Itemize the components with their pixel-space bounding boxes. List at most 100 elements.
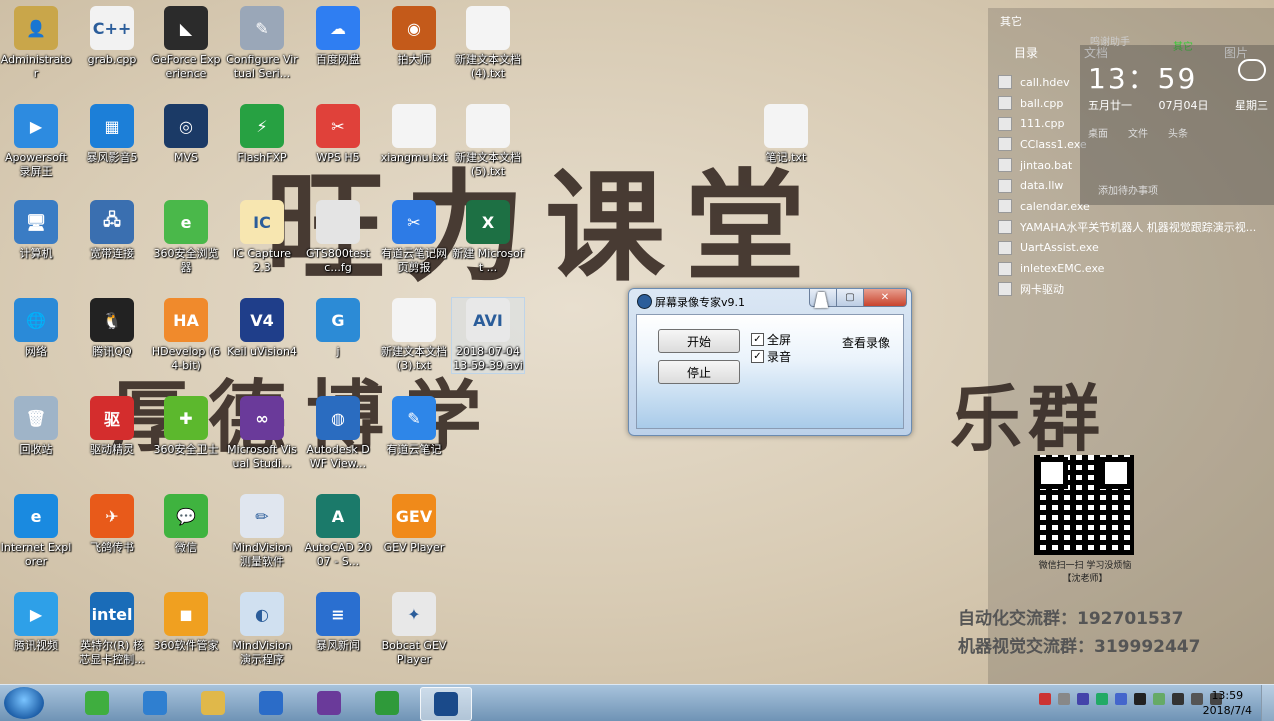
app-icon: ◉ [392,6,436,50]
desktop-icon[interactable]: GTS800testc...fg [302,200,374,275]
desktop-icon[interactable]: ◐ MindVision 演示程序 [226,592,298,667]
show-desktop-button[interactable] [1261,685,1274,721]
desktop-icon-label: HDevelop (64-bit) [151,345,221,372]
desktop-icon[interactable]: ◼ 360软件管家 [150,592,222,653]
word-doc-icon [259,691,283,715]
shortcut-headlines[interactable]: 头条 [1168,125,1188,140]
desktop-icon[interactable]: ≡ 暴风新闻 [302,592,374,653]
app-icon: ▶ [14,592,58,636]
taskbar-screen-recorder-button[interactable] [420,687,472,721]
file-icon [998,158,1012,173]
tray-icon[interactable] [1134,693,1146,705]
desktop-icon-label: WPS H5 [316,151,360,164]
desktop-icon[interactable]: ▦ 暴风影音5 [76,104,148,165]
desktop-icon[interactable]: Gj [302,298,374,359]
desktop-icon[interactable]: ✎ 有道云笔记 [378,396,450,457]
desktop-icon[interactable]: 🌐 网络 [0,298,72,359]
desktop-icon[interactable]: C++ grab.cpp [76,6,148,67]
maximize-button[interactable]: ▢ [836,289,864,307]
desktop-icon[interactable]: 新建文本文档 (3).txt [378,298,450,373]
desktop-icon[interactable]: A AutoCAD 2007 - S... [302,494,374,569]
desktop-icon[interactable]: 💬 微信 [150,494,222,555]
tray-icon[interactable] [1153,693,1165,705]
desktop-icon[interactable]: ✏ MindVision 测量软件 [226,494,298,569]
taskbar-explorer-button[interactable] [188,687,238,719]
desktop-icon[interactable]: 🖥 计算机 [0,200,72,261]
desktop-icon[interactable]: e Internet Explorer [0,494,72,569]
clock-time: 13：59 [1088,62,1198,95]
tray-icon[interactable] [1096,693,1108,705]
panel-file-item[interactable]: YAMAHA水平关节机器人 机器视觉跟踪演示视... [998,217,1256,238]
desktop-icon[interactable]: ✈ 飞鸽传书 [76,494,148,555]
panel-file-item[interactable]: UartAssist.exe [998,238,1256,259]
desktop-icon[interactable]: 🐧 腾讯QQ [76,298,148,359]
desktop-icon[interactable]: 🗑 回收站 [0,396,72,457]
tray-icon[interactable] [1058,693,1070,705]
panel-file-item[interactable]: inletexEMC.exe [998,258,1256,279]
tray-icon[interactable] [1172,693,1184,705]
dialog-title: 屏幕录像专家v9.1 [655,296,746,309]
panel-file-item[interactable]: 网卡驱动 [998,279,1256,300]
desktop-icon[interactable]: IC IC Capture 2.3 [226,200,298,275]
taskbar-green-app-button[interactable] [362,687,412,719]
app-icon: 🌐 [14,298,58,342]
tray-icon[interactable] [1077,693,1089,705]
desktop-icon[interactable]: ⚡ FlashFXP [226,104,298,165]
desktop-icon[interactable]: ✦ Bobcat GEV Player [378,592,450,667]
fullscreen-checkbox[interactable]: ✓ 全屏 [751,331,791,348]
desktop-icon[interactable]: intel 英特尔(R) 核芯显卡控制... [76,592,148,667]
desktop-icon[interactable]: ◍ Autodesk DWF View... [302,396,374,471]
desktop-icon-label: 360安全卫士 [153,443,219,456]
desktop-icon[interactable]: e 360安全浏览器 [150,200,222,275]
desktop-icon[interactable]: V4 Keil uVision4 [226,298,298,359]
audio-checkbox[interactable]: ✓ 录音 [751,348,791,365]
taskbar: 13:59 2018/7/4 [0,684,1274,721]
desktop-icon[interactable]: ◎ MVS [150,104,222,165]
desktop-icon[interactable]: GEV GEV Player [378,494,450,555]
desktop-icon[interactable]: ▶ 腾讯视频 [0,592,72,653]
taskbar-clock[interactable]: 13:59 2018/7/4 [1203,688,1252,718]
view-recording-link[interactable]: 查看录像 [842,334,890,351]
app-icon: ✈ [90,494,134,538]
desktop-icon[interactable]: xiangmu.txt [378,104,450,165]
desktop-icon[interactable]: ✂ WPS H5 [302,104,374,165]
desktop-icon[interactable]: 👤 Administrator [0,6,72,81]
desktop-icon[interactable]: HA HDevelop (64-bit) [150,298,222,373]
shortcut-desktop[interactable]: 桌面 [1088,125,1108,140]
desktop-icon[interactable]: ☁ 百度网盘 [302,6,374,67]
desktop-icon[interactable]: ✂ 有道云笔记网页剪报 [378,200,450,275]
tray-icon[interactable] [1115,693,1127,705]
file-icon [998,220,1012,235]
desktop-icon[interactable]: ▶ Apowersoft 录屏王 [0,104,72,179]
stop-record-button[interactable]: 停止 [658,360,740,384]
app-icon: A [316,494,360,538]
desktop-icon[interactable]: X 新建 Microsoft ... [452,200,524,275]
taskbar-visual-studio-button[interactable] [304,687,354,719]
desktop-icon[interactable]: 🖧 宽带连接 [76,200,148,261]
desktop-icon[interactable]: 新建文本文档 (5).txt [452,104,524,179]
desktop-icon[interactable]: ✎ Configure Virtual Seri... [226,6,298,81]
start-record-button[interactable]: 开始 [658,329,740,353]
desktop-icon[interactable]: ∞ Microsoft Visual Studi... [226,396,298,471]
tray-icon[interactable] [1039,693,1051,705]
shortcut-files[interactable]: 文件 [1128,125,1148,140]
desktop-icon[interactable]: AVI 2018-07-04 13-59-39.avi [451,297,525,374]
start-button[interactable] [4,687,44,719]
desktop-icon[interactable]: 新建文本文档 (4).txt [452,6,524,81]
taskbar-360-browser-button[interactable] [72,687,122,719]
close-button[interactable]: ✕ [863,289,907,307]
taskbar-video-capture-button[interactable] [130,687,180,719]
app-icon: ◍ [316,396,360,440]
desktop-icon-label: 英特尔(R) 核芯显卡控制... [79,639,145,666]
add-todo-link[interactable]: 添加待办事项 [1098,182,1158,197]
taskbar-word-doc-button[interactable] [246,687,296,719]
desktop-icon[interactable]: 笔记.txt [750,104,822,165]
app-icon: IC [240,200,284,244]
360-browser-icon [85,691,109,715]
desktop-icon[interactable]: ◉ 拍大师 [378,6,450,67]
desktop-icon[interactable]: 驱驱动精灵 [76,396,148,457]
tray-icon[interactable] [1191,693,1203,705]
desktop-icon[interactable]: ◣ GeForce Experience [150,6,222,81]
panel-tab-directory[interactable]: 目录 [1014,44,1038,61]
desktop-icon[interactable]: ✚ 360安全卫士 [150,396,222,457]
